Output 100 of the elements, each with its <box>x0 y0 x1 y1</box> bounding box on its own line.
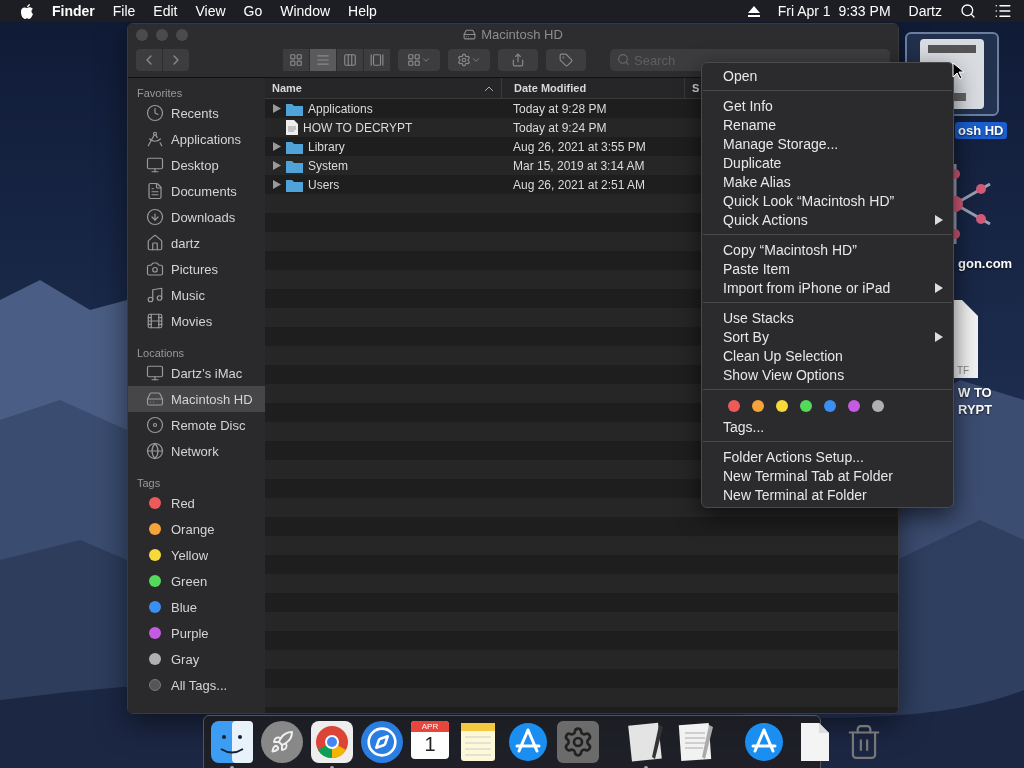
sidebar-item[interactable]: Remote Disc <box>128 412 265 438</box>
sidebar-item[interactable]: Gray <box>128 646 265 672</box>
user-name[interactable]: Dartz <box>908 3 942 19</box>
menu-item[interactable]: File <box>112 3 136 19</box>
sidebar-item[interactable]: Applications <box>128 126 265 152</box>
sidebar-item[interactable]: All Tags... <box>128 672 265 698</box>
menu-item[interactable]: View <box>195 3 226 19</box>
disclosure-triangle-icon[interactable] <box>273 161 281 170</box>
tag-icon <box>559 53 573 67</box>
sidebar-item[interactable]: Downloads <box>128 204 265 230</box>
menu-item[interactable]: Import from iPhone or iPad <box>702 278 953 297</box>
settings-icon[interactable] <box>557 721 599 763</box>
menu-item[interactable]: Sort By <box>702 327 953 346</box>
tag-color-dot[interactable] <box>800 400 812 412</box>
sidebar-heading: Locations <box>136 346 186 360</box>
calendar-icon[interactable]: APR 1 <box>411 721 449 759</box>
desktop-icon-label[interactable]: osh HD <box>955 122 1007 139</box>
app-menu[interactable]: Finder <box>52 3 95 19</box>
rocket-icon[interactable] <box>261 721 303 763</box>
sidebar-item[interactable]: Purple <box>128 620 265 646</box>
sidebar-heading: Favorites <box>136 86 184 100</box>
search-icon[interactable] <box>960 3 976 19</box>
monitor-icon <box>146 156 164 174</box>
menu-item[interactable]: Tags... <box>702 417 953 436</box>
menu-item[interactable]: New Terminal at Folder <box>702 485 953 504</box>
sidebar-item[interactable]: Macintosh HD <box>128 386 265 412</box>
sidebar-item[interactable]: Documents <box>128 178 265 204</box>
chrome-icon[interactable] <box>311 721 353 763</box>
disclosure-triangle-icon[interactable] <box>273 180 281 189</box>
sidebar-item[interactable]: Blue <box>128 594 265 620</box>
sidebar-item[interactable]: Network <box>128 438 265 464</box>
menu-item[interactable]: Help <box>348 3 377 19</box>
caret-icon <box>471 55 481 65</box>
share-icon <box>511 53 525 67</box>
menu-item[interactable]: New Terminal Tab at Folder <box>702 466 953 485</box>
menu-item[interactable]: Show View Options <box>702 365 953 384</box>
tag-color-dot[interactable] <box>752 400 764 412</box>
sidebar-item[interactable]: Movies <box>128 308 265 334</box>
menu-item[interactable]: Edit <box>153 3 178 19</box>
clock-text[interactable]: Fri Apr 1 9:33 PM <box>777 3 891 19</box>
sidebar-item[interactable]: Desktop <box>128 152 265 178</box>
menu-item[interactable]: Window <box>280 3 331 19</box>
clock-icon <box>146 104 164 122</box>
file-name: Applications <box>308 101 373 116</box>
menu-item[interactable]: Go <box>243 3 263 19</box>
tag-color-dot[interactable] <box>872 400 884 412</box>
menu-item[interactable]: Clean Up Selection <box>702 346 953 365</box>
folder-icon <box>286 101 303 116</box>
grid-view-button[interactable] <box>283 49 309 71</box>
apple-icon[interactable] <box>20 3 34 19</box>
sidebar-item[interactable]: Yellow <box>128 542 265 568</box>
columns-view-button[interactable] <box>337 49 363 71</box>
menu-item[interactable]: Folder Actions Setup... <box>702 447 953 466</box>
app-store-icon[interactable] <box>507 721 549 763</box>
download-icon <box>146 208 164 226</box>
caret-icon <box>421 55 431 65</box>
disclosure-triangle-icon[interactable] <box>273 142 281 151</box>
sidebar-item[interactable]: Dartz’s iMac <box>128 360 265 386</box>
file-name: HOW TO DECRYPT <box>303 120 413 135</box>
share-button[interactable] <box>498 49 538 71</box>
sidebar-item[interactable]: Green <box>128 568 265 594</box>
desktop-icon-label[interactable]: RYPT <box>955 401 996 418</box>
sidebar-item[interactable]: Orange <box>128 516 265 542</box>
folder-icon <box>286 139 303 154</box>
tag-color-dot[interactable] <box>848 400 860 412</box>
gallery-view-button[interactable] <box>364 49 390 71</box>
menu-item[interactable]: Quick Look “Macintosh HD” <box>702 191 953 210</box>
column-header[interactable]: Date Modified <box>502 78 685 98</box>
menu-item[interactable]: Copy “Macintosh HD” <box>702 240 953 259</box>
desktop-icon-label[interactable]: W TO <box>955 384 995 401</box>
eject-icon[interactable] <box>747 5 760 17</box>
sidebar-item[interactable]: dartz <box>128 230 265 256</box>
gallery-view-icon <box>370 53 384 67</box>
tag-color-dot[interactable] <box>728 400 740 412</box>
tag-color-dot[interactable] <box>824 400 836 412</box>
desktop-icon-label[interactable]: gon.com <box>955 255 1016 272</box>
menu-list-icon[interactable] <box>994 2 1012 20</box>
action-button[interactable] <box>448 49 490 71</box>
search-icon <box>617 53 630 66</box>
disclosure-triangle-icon[interactable] <box>273 104 281 113</box>
date-cell-text: Today at 9:28 PM <box>512 101 608 116</box>
finder-icon[interactable] <box>211 721 253 763</box>
list-view-icon <box>316 53 330 67</box>
drive-icon <box>146 390 164 408</box>
menu-item[interactable]: Quick Actions <box>702 210 953 229</box>
tag-color-dot[interactable] <box>776 400 788 412</box>
tag-button[interactable] <box>546 49 586 71</box>
compass-icon[interactable] <box>361 721 403 763</box>
group-button[interactable] <box>398 49 440 71</box>
sidebar-item[interactable]: Pictures <box>128 256 265 282</box>
sidebar-item[interactable]: Recents <box>128 100 265 126</box>
columns-view-icon <box>343 53 357 67</box>
sidebar-item[interactable]: Music <box>128 282 265 308</box>
sidebar-item[interactable]: Red <box>128 490 265 516</box>
gear-icon <box>457 53 471 67</box>
drive-icon <box>463 28 477 41</box>
menu-item[interactable]: Use Stacks <box>702 308 953 327</box>
column-header[interactable]: Name <box>265 78 502 98</box>
app-store-icon[interactable] <box>743 721 785 763</box>
menu-item[interactable]: Paste Item <box>702 259 953 278</box>
